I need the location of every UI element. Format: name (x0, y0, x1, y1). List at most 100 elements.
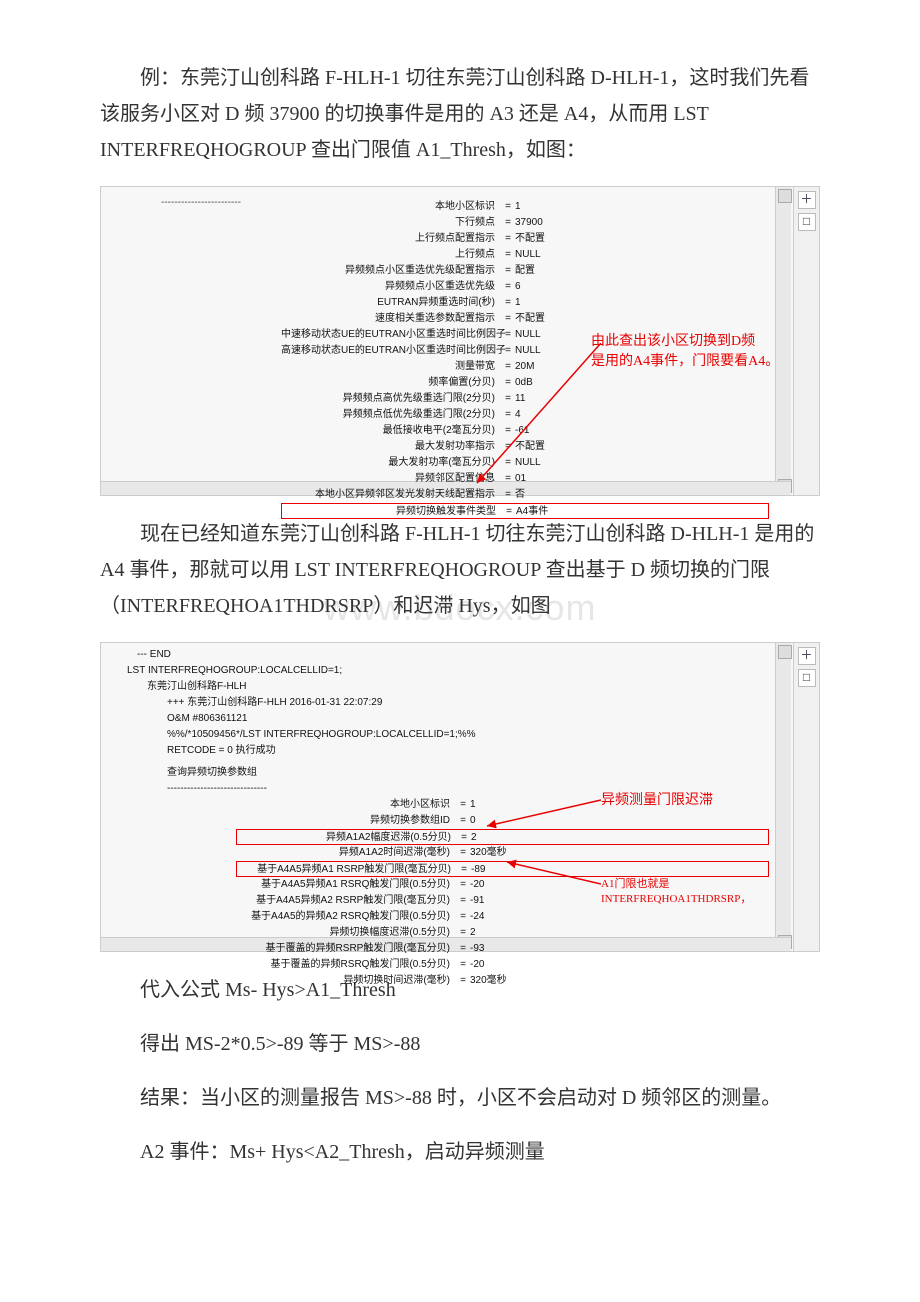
param-row: 本地小区标识=1 (236, 797, 769, 813)
param-row: EUTRAN异频重选时间(秒)=1 (281, 295, 769, 311)
paragraph-6: A2 事件：Ms+ Hys<A2_Thresh，启动异频测量 (100, 1134, 820, 1170)
param-label: 异频频点高优先级重选门限(2分贝) (281, 391, 501, 407)
paragraph-5: 结果：当小区的测量报告 MS>-88 时，小区不会启动对 D 频邻区的测量。 (100, 1080, 820, 1116)
param-row: 上行频点配置指示=不配置 (281, 231, 769, 247)
param-value: 4 (515, 407, 521, 423)
param-row: 异频频点小区重选优先级=6 (281, 279, 769, 295)
screenshot-1: ＋ □ ------------------------ 本地小区标识=1 下行… (100, 186, 820, 496)
cmd-end: --- END (137, 647, 819, 663)
param-value: NULL (515, 247, 541, 263)
param-row: 中速移动状态UE的EUTRAN小区重选时间比例因子=NULL (281, 327, 769, 343)
cmd-pct: %%/*10509456*/LST INTERFREQHOGROUP:LOCAL… (167, 727, 819, 743)
param-label: 频率偏置(分贝) (281, 375, 501, 391)
param-row: 基于A4A5异频A1 RSRQ触发门限(0.5分贝)=-20 (236, 877, 769, 893)
param-value: 01 (515, 471, 526, 487)
param-label: 基于覆盖的异频RSRQ触发门限(0.5分贝) (236, 957, 456, 973)
param-value: 0dB (515, 375, 533, 391)
param-row: 异频切换时间迟滞(毫秒)=320毫秒 (236, 973, 769, 989)
param-label: 高速移动状态UE的EUTRAN小区重选时间比例因子 (281, 343, 501, 359)
param-row: 基于覆盖的异频RSRQ触发门限(0.5分贝)=-20 (236, 957, 769, 973)
param-value: 否 (515, 487, 525, 503)
param-row: 最大发射功率指示=不配置 (281, 439, 769, 455)
param-value: -93 (470, 941, 484, 957)
param-row: 速度相关重选参数配置指示=不配置 (281, 311, 769, 327)
cmd-oam: O&M #806361121 (167, 711, 819, 727)
param-label: 速度相关重选参数配置指示 (281, 311, 501, 327)
param-row: 异频邻区配置信息=01 (281, 471, 769, 487)
param-row: 最大发射功率(毫瓦分贝)=NULL (281, 455, 769, 471)
param-label: 异频频点小区重选优先级 (281, 279, 501, 295)
param-value: -91 (470, 893, 484, 909)
screenshot-content: ------------------------ 本地小区标识=1 下行频点=3… (101, 187, 819, 527)
cmd-ret: RETCODE = 0 执行成功 (167, 743, 819, 759)
param-label: 上行频点 (281, 247, 501, 263)
cmd-section: 查询异频切换参数组 (167, 765, 819, 781)
param-row: 频率偏置(分贝)=0dB (281, 375, 769, 391)
param-label: 异频邻区配置信息 (281, 471, 501, 487)
param-row: 基于A4A5的异频A2 RSRQ触发门限(0.5分贝)=-24 (236, 909, 769, 925)
param-label: 异频切换幅度迟滞(0.5分贝) (236, 925, 456, 941)
param-row: 测量带宽=20M (281, 359, 769, 375)
param-row: 异频频点低优先级重选门限(2分贝)=4 (281, 407, 769, 423)
param-row: 本地小区标识=1 (281, 199, 769, 215)
param-value: 2 (470, 925, 476, 941)
param-row: 上行频点=NULL (281, 247, 769, 263)
param-row-highlight: 基于A4A5异频A1 RSRP触发门限(毫瓦分贝)=-89 (236, 861, 769, 877)
param-value: 37900 (515, 215, 543, 231)
paragraph-1: 例：东莞汀山创科路 F-HLH-1 切往东莞汀山创科路 D-HLH-1，这时我们… (100, 60, 820, 168)
param-label: 基于A4A5异频A2 RSRP触发门限(毫瓦分贝) (236, 893, 456, 909)
param-row: 下行频点=37900 (281, 215, 769, 231)
param-value: 2 (471, 830, 477, 844)
param-label: 基于A4A5的异频A2 RSRQ触发门限(0.5分贝) (236, 909, 456, 925)
param-value: NULL (515, 455, 541, 471)
tool-button-plus[interactable]: ＋ (798, 647, 816, 665)
cmd-query: LST INTERFREQHOGROUP:LOCALCELLID=1; (127, 663, 819, 679)
param-row: 高速移动状态UE的EUTRAN小区重选时间比例因子=NULL (281, 343, 769, 359)
param-label: 异频频点小区重选优先级配置指示 (281, 263, 501, 279)
param-row: 本地小区异频邻区发光发射天线配置指示=否 (281, 487, 769, 503)
tool-button-box[interactable]: □ (798, 669, 816, 687)
param-row: 最低接收电平(2毫瓦分贝)=-61 (281, 423, 769, 439)
param-label: 基于覆盖的异频RSRP触发门限(毫瓦分贝) (236, 941, 456, 957)
paragraph-2: 现在已经知道东莞汀山创科路 F-HLH-1 切往东莞汀山创科路 D-HLH-1 … (100, 516, 820, 624)
param-value: NULL (515, 327, 541, 343)
screenshot-content: 本地小区标识=1 异频切换参数组ID=0 异频A1A2幅度迟滞(0.5分贝)=2… (101, 797, 819, 997)
param-value: 320毫秒 (470, 973, 507, 989)
param-row: 异频频点小区重选优先级配置指示=配置 (281, 263, 769, 279)
param-value: 1 (470, 797, 476, 813)
cmd-plus: +++ 东莞汀山创科路F-HLH 2016-01-31 22:07:29 (167, 695, 819, 711)
param-value: 0 (470, 813, 476, 829)
param-value: -61 (515, 423, 529, 439)
param-value: -89 (471, 862, 485, 876)
param-label: 本地小区标识 (236, 797, 456, 813)
param-value: -24 (470, 909, 484, 925)
param-row: 基于覆盖的异频RSRP触发门限(毫瓦分贝)=-93 (236, 941, 769, 957)
param-row: 基于A4A5异频A2 RSRP触发门限(毫瓦分贝)=-91 (236, 893, 769, 909)
screenshot-2: ＋ □ --- END LST INTERFREQHOGROUP:LOCALCE… (100, 642, 820, 952)
param-label: 最低接收电平(2毫瓦分贝) (281, 423, 501, 439)
paragraph-4: 得出 MS-2*0.5>-89 等于 MS>-88 (100, 1026, 820, 1062)
param-label: 异频切换参数组ID (236, 813, 456, 829)
param-row: 异频切换参数组ID=0 (236, 813, 769, 829)
param-label: 本地小区标识 (281, 199, 501, 215)
param-value: -20 (470, 877, 484, 893)
param-value: 1 (515, 295, 521, 311)
param-value: 320毫秒 (470, 845, 507, 861)
param-value: 6 (515, 279, 521, 295)
param-label: 异频A1A2幅度迟滞(0.5分贝) (237, 830, 457, 844)
param-value: -20 (470, 957, 484, 973)
separator-dashes: ------------------------ (161, 195, 241, 211)
param-label: 异频频点低优先级重选门限(2分贝) (281, 407, 501, 423)
cmd-site: 东莞汀山创科路F-HLH (147, 679, 819, 695)
param-value: 不配置 (515, 439, 545, 455)
param-label: 上行频点配置指示 (281, 231, 501, 247)
param-row: 异频切换幅度迟滞(0.5分贝)=2 (236, 925, 769, 941)
param-label: 最大发射功率指示 (281, 439, 501, 455)
param-value: 不配置 (515, 311, 545, 327)
param-label: 异频A1A2时间迟滞(毫秒) (236, 845, 456, 861)
param-label: 异频切换时间迟滞(毫秒) (236, 973, 456, 989)
param-label: 本地小区异频邻区发光发射天线配置指示 (281, 487, 501, 503)
param-label: 基于A4A5异频A1 RSRP触发门限(毫瓦分贝) (237, 862, 457, 876)
param-value: 配置 (515, 263, 535, 279)
param-value: 1 (515, 199, 521, 215)
